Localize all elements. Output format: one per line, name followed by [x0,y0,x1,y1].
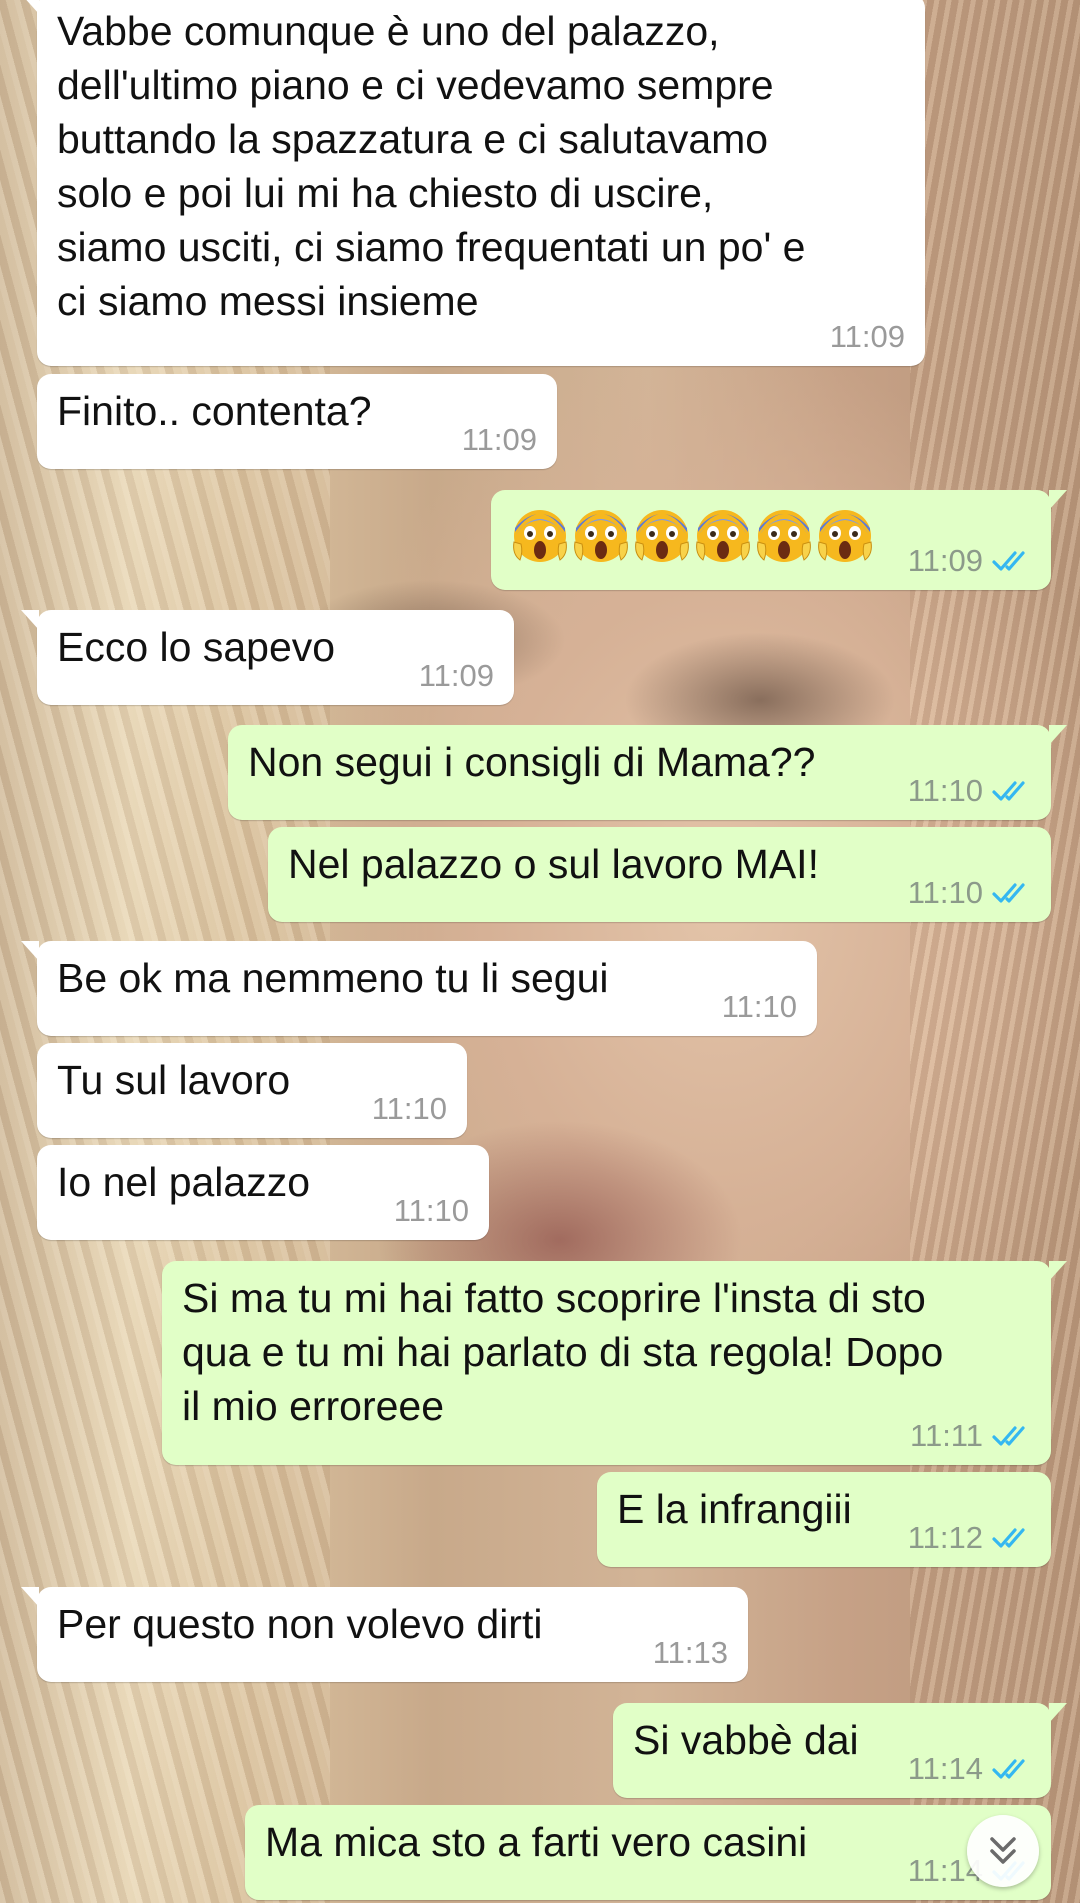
message-line: Per questo non volevo dirti [57,1601,543,1647]
scroll-to-bottom-button[interactable] [967,1815,1039,1887]
message-bubble-incoming[interactable]: Per questo non volevo dirti 11:13 [21,1587,748,1682]
message-text: Si ma tu mi hai fatto scoprire l'insta d… [182,1271,943,1433]
message-line: ci siamo messi insieme [57,278,479,324]
message-line: qua e tu mi hai parlato di sta regola! D… [182,1329,944,1375]
message-text: Per questo non volevo dirti [57,1597,542,1651]
message-time: 11:10 [907,773,983,808]
message-bubble-outgoing[interactable]: Non segui i consigli di Mama?? 11:10 [228,725,1067,820]
double-check-read-icon [991,1756,1031,1782]
message-line: Si ma tu mi hai fatto scoprire l'insta d… [182,1275,926,1321]
message-time: 11:10 [721,989,797,1024]
message-text: Be ok ma nemmeno tu li segui [57,951,609,1005]
message-time: 11:09 [418,658,494,693]
message-line: Io nel palazzo [57,1159,311,1205]
message-text: Tu sul lavoro [57,1053,290,1107]
message-text: Non segui i consigli di Mama?? [248,735,815,789]
message-bubble-outgoing[interactable]: Si ma tu mi hai fatto scoprire l'insta d… [162,1261,1067,1465]
message-time: 11:14 [907,1751,983,1786]
message-text: Ma mica sto a farti vero casini [265,1815,807,1869]
message-time: 11:10 [371,1091,447,1126]
message-line: dell'ultimo piano e ci vedevamo sempre [57,62,774,108]
face-screaming-in-fear-icon [816,502,874,564]
message-bubble-outgoing[interactable]: Si vabbè dai 11:14 [613,1703,1067,1798]
face-screaming-in-fear-icon [694,502,752,564]
double-check-read-icon [991,778,1031,804]
message-bubble-outgoing[interactable]: Nel palazzo o sul lavoro MAI! 11:10 [268,827,1051,922]
double-check-read-icon [991,880,1031,906]
message-line: Be ok ma nemmeno tu li segui [57,955,609,1001]
message-line: Non segui i consigli di Mama?? [248,739,816,785]
message-line: solo e poi lui mi ha chiesto di uscire, [57,170,714,216]
double-check-read-icon [991,1423,1031,1449]
message-list[interactable]: Vabbe comunque è uno del palazzo, dell'u… [0,0,1080,1903]
message-time: 11:10 [907,875,983,910]
message-time: 11:13 [652,1635,728,1670]
message-line: Si vabbè dai [633,1717,859,1763]
double-check-read-icon [991,548,1031,574]
message-time: 11:11 [910,1418,983,1453]
message-time: 11:12 [907,1520,983,1555]
message-bubble-incoming[interactable]: Ecco lo sapevo 11:09 [21,610,514,705]
face-screaming-in-fear-icon [511,502,569,564]
message-text: Si vabbè dai [633,1713,859,1767]
message-bubble-outgoing[interactable]: 11:09 [491,490,1067,590]
face-screaming-in-fear-icon [572,502,630,564]
message-bubble-outgoing[interactable]: Ma mica sto a farti vero casini 11:14 [245,1805,1051,1900]
message-line: il mio erroreee [182,1383,445,1429]
message-line: Nel palazzo o sul lavoro MAI! [288,841,819,887]
message-text: Io nel palazzo [57,1155,310,1209]
message-line: Ma mica sto a farti vero casini [265,1819,808,1865]
face-screaming-in-fear-icon [633,502,691,564]
message-time: 11:09 [829,319,905,354]
double-chevron-down-icon [990,1837,1016,1864]
message-time: 11:09 [907,543,983,578]
face-screaming-in-fear-icon [755,502,813,564]
message-text: Vabbe comunque è uno del palazzo, dell'u… [57,4,805,328]
message-bubble-incoming[interactable]: Finito.. contenta? 11:09 [37,374,557,469]
message-line: E la infrangiii [617,1486,852,1532]
message-text: Nel palazzo o sul lavoro MAI! [288,837,819,891]
message-text: Ecco lo sapevo [57,620,335,674]
message-bubble-incoming[interactable]: Tu sul lavoro 11:10 [37,1043,467,1138]
emoji-row [511,502,874,564]
message-line: Vabbe comunque è uno del palazzo, [57,8,720,54]
message-time: 11:10 [393,1193,469,1228]
message-line: Ecco lo sapevo [57,624,336,670]
message-bubble-incoming[interactable]: Vabbe comunque è uno del palazzo, dell'u… [21,0,925,366]
message-line: buttando la spazzatura e ci salutavamo [57,116,769,162]
message-time: 11:09 [461,422,537,457]
message-line: Tu sul lavoro [57,1057,291,1103]
message-text: Finito.. contenta? [57,384,372,438]
message-bubble-outgoing[interactable]: E la infrangiii 11:12 [597,1472,1051,1567]
message-line: Finito.. contenta? [57,388,372,434]
message-bubble-incoming[interactable]: Io nel palazzo 11:10 [37,1145,489,1240]
message-bubble-incoming[interactable]: Be ok ma nemmeno tu li segui 11:10 [21,941,817,1036]
message-text: E la infrangiii [617,1482,852,1536]
double-check-read-icon [991,1525,1031,1551]
message-line: siamo usciti, ci siamo frequentati un po… [57,224,806,270]
